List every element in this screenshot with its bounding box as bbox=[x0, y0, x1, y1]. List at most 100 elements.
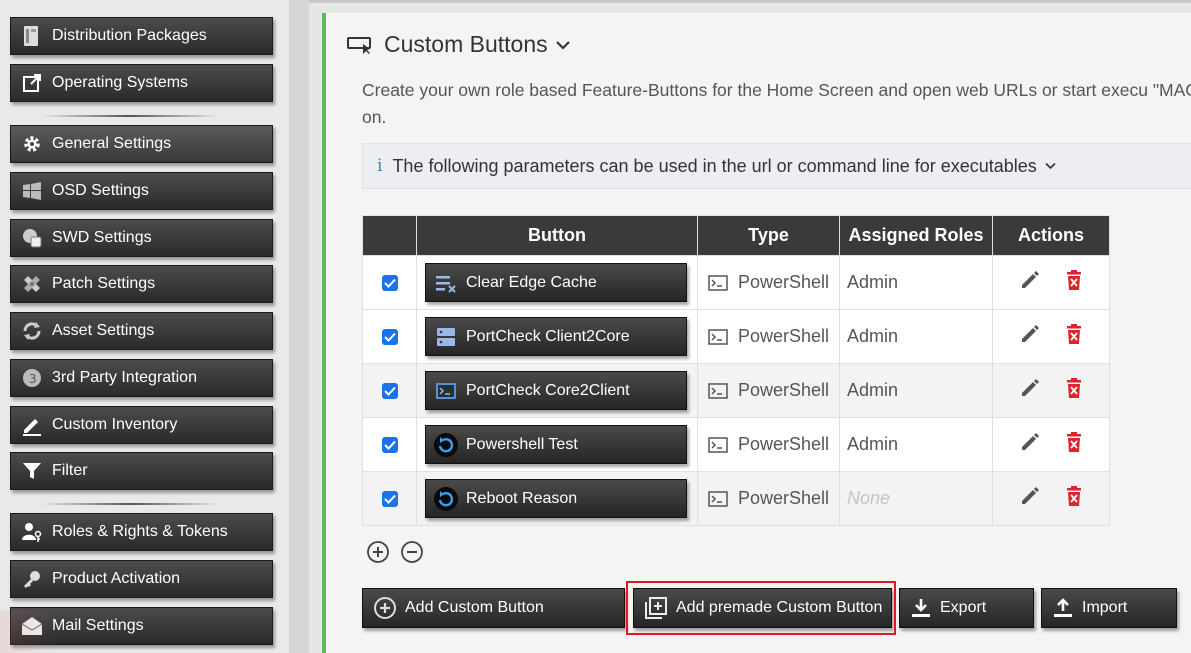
export-button[interactable]: Export bbox=[899, 588, 1034, 628]
row-checkbox[interactable] bbox=[381, 382, 398, 399]
parameters-info-bar[interactable]: i The following parameters can be used i… bbox=[362, 143, 1191, 189]
page-title: Custom Buttons bbox=[384, 31, 548, 57]
type-cell: PowerShell bbox=[697, 309, 840, 364]
add-premade-button-label: Add premade Custom Button bbox=[676, 599, 883, 616]
feature-button-label: Powershell Test bbox=[466, 435, 578, 453]
delete-icon[interactable] bbox=[1066, 378, 1082, 403]
sidebar: Distribution Packages Operating Systems … bbox=[0, 0, 289, 653]
type-cell: PowerShell bbox=[697, 471, 840, 526]
remove-row-icon[interactable] bbox=[400, 540, 424, 569]
patch-icon bbox=[20, 272, 44, 296]
button-cell: Powershell Test bbox=[416, 417, 698, 472]
role-label-empty: None bbox=[847, 488, 891, 508]
add-custom-button[interactable]: Add Custom Button bbox=[362, 588, 625, 628]
sidebar-item-distribution-packages[interactable]: Distribution Packages bbox=[10, 17, 273, 55]
sidebar-item-label: Roles & Rights & Tokens bbox=[52, 523, 228, 540]
package-icon bbox=[20, 24, 44, 48]
button-cell: Clear Edge Cache bbox=[416, 255, 698, 310]
table-row: PortCheck Client2Core PowerShell Admin bbox=[362, 309, 1110, 364]
sidebar-item-swd-settings[interactable]: SWD Settings bbox=[10, 219, 273, 257]
delete-icon[interactable] bbox=[1066, 270, 1082, 295]
custom-button-icon bbox=[346, 35, 374, 55]
sidebar-item-custom-inventory[interactable]: Custom Inventory bbox=[10, 406, 273, 444]
column-header-type[interactable]: Type bbox=[697, 215, 840, 256]
column-header-button[interactable]: Button bbox=[416, 215, 698, 256]
delete-icon[interactable] bbox=[1066, 486, 1082, 511]
sidebar-item-label: Asset Settings bbox=[52, 322, 155, 339]
sidebar-item-general-settings[interactable]: General Settings bbox=[10, 125, 273, 163]
sidebar-item-operating-systems[interactable]: Operating Systems bbox=[10, 64, 273, 102]
feature-button-reboot-reason[interactable]: Reboot Reason bbox=[425, 479, 687, 518]
add-premade-custom-button[interactable]: Add premade Custom Button bbox=[633, 588, 892, 628]
sidebar-item-asset-settings[interactable]: Asset Settings bbox=[10, 312, 273, 350]
edit-icon[interactable] bbox=[1020, 486, 1040, 511]
custom-buttons-table: Button Type Assigned Roles Actions Clear… bbox=[362, 215, 1110, 526]
edit-icon[interactable] bbox=[1020, 432, 1040, 457]
role-label: Admin bbox=[847, 434, 899, 454]
chevron-down-icon[interactable] bbox=[1045, 162, 1056, 170]
row-checkbox[interactable] bbox=[381, 490, 398, 507]
role-cell: Admin bbox=[839, 255, 993, 310]
sidebar-item-osd-settings[interactable]: OSD Settings bbox=[10, 172, 273, 210]
gear-icon bbox=[20, 132, 44, 156]
add-custom-button-label: Add Custom Button bbox=[405, 599, 544, 616]
select-cell bbox=[362, 471, 417, 526]
edit-icon[interactable] bbox=[1020, 324, 1040, 349]
sidebar-item-patch-settings[interactable]: Patch Settings bbox=[10, 265, 273, 303]
type-label: PowerShell bbox=[738, 488, 830, 508]
user-key-icon bbox=[20, 520, 44, 544]
delete-icon[interactable] bbox=[1066, 432, 1082, 457]
row-checkbox[interactable] bbox=[381, 274, 398, 291]
refresh-icon bbox=[20, 319, 44, 343]
table-row: Powershell Test PowerShell Admin bbox=[362, 417, 1110, 472]
reload-icon bbox=[432, 485, 460, 513]
role-label: Admin bbox=[847, 380, 899, 400]
type-label: PowerShell bbox=[738, 326, 830, 346]
actions-cell bbox=[992, 309, 1110, 364]
edit-icon[interactable] bbox=[1020, 378, 1040, 403]
feature-button-clear-edge-cache[interactable]: Clear Edge Cache bbox=[425, 263, 687, 302]
pencil-icon bbox=[20, 413, 44, 437]
sidebar-item-filter[interactable]: Filter bbox=[10, 452, 273, 490]
add-row-icon[interactable] bbox=[366, 540, 390, 569]
edit-icon[interactable] bbox=[1020, 270, 1040, 295]
sidebar-item-label: Filter bbox=[52, 462, 88, 479]
panel-description: Create your own role based Feature-Butto… bbox=[362, 80, 1191, 127]
feature-button-portcheck-core2client[interactable]: PortCheck Core2Client bbox=[425, 371, 687, 410]
chevron-down-icon[interactable] bbox=[555, 40, 570, 50]
feature-button-powershell-test[interactable]: Powershell Test bbox=[425, 425, 687, 464]
feature-button-label: PortCheck Core2Client bbox=[466, 381, 630, 399]
clear-list-icon bbox=[432, 269, 460, 297]
type-label: PowerShell bbox=[738, 380, 830, 400]
select-cell bbox=[362, 363, 417, 418]
row-checkbox[interactable] bbox=[381, 436, 398, 453]
column-header-assigned-roles[interactable]: Assigned Roles bbox=[839, 215, 993, 256]
terminal-icon bbox=[708, 328, 728, 345]
import-button[interactable]: Import bbox=[1041, 588, 1177, 628]
sidebar-item-product-activation[interactable]: Product Activation bbox=[10, 560, 273, 598]
select-cell bbox=[362, 417, 417, 472]
role-cell: Admin bbox=[839, 309, 993, 364]
sidebar-divider bbox=[40, 503, 220, 505]
sidebar-item-label: General Settings bbox=[52, 135, 172, 152]
panel-header[interactable]: Custom Buttons bbox=[346, 31, 570, 58]
filter-icon bbox=[20, 459, 44, 483]
actions-cell bbox=[992, 363, 1110, 418]
server-icon bbox=[432, 323, 460, 351]
terminal-icon bbox=[708, 490, 728, 507]
upload-icon bbox=[1052, 597, 1074, 619]
delete-icon[interactable] bbox=[1066, 324, 1082, 349]
feature-button-portcheck-client2core[interactable]: PortCheck Client2Core bbox=[425, 317, 687, 356]
row-checkbox[interactable] bbox=[381, 328, 398, 345]
sidebar-item-3rd-party-integration[interactable]: 3 3rd Party Integration bbox=[10, 359, 273, 397]
role-cell: None bbox=[839, 471, 993, 526]
sidebar-item-label: Mail Settings bbox=[52, 617, 144, 634]
feature-button-label: Reboot Reason bbox=[466, 489, 578, 507]
windows-icon bbox=[20, 179, 44, 203]
add-layers-icon bbox=[644, 596, 668, 620]
actions-cell bbox=[992, 255, 1110, 310]
actions-cell bbox=[992, 417, 1110, 472]
sidebar-item-roles-rights-tokens[interactable]: Roles & Rights & Tokens bbox=[10, 513, 273, 551]
export-button-label: Export bbox=[940, 599, 987, 616]
sidebar-item-label: SWD Settings bbox=[52, 229, 152, 246]
